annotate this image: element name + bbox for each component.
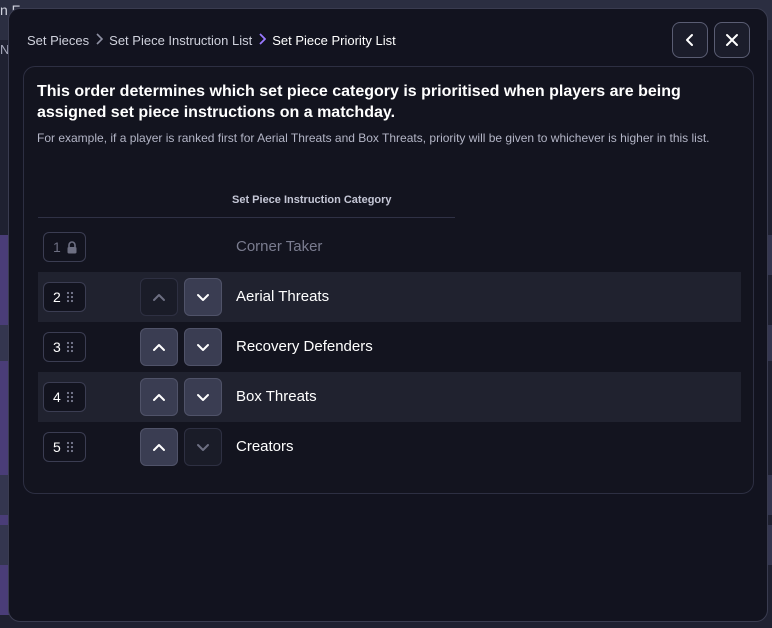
priority-row: 1 Corner Taker <box>38 222 741 272</box>
move-up-button[interactable] <box>140 378 178 416</box>
rank-badge[interactable]: 3 <box>43 332 86 362</box>
rank-badge: 1 <box>43 232 86 262</box>
chevron-down-icon <box>197 293 209 301</box>
drag-handle-icon[interactable] <box>66 441 74 453</box>
close-icon <box>726 34 738 46</box>
chevron-up-icon <box>153 293 165 301</box>
rank-number: 4 <box>53 389 61 405</box>
priority-panel: This order determines which set piece ca… <box>23 66 754 494</box>
move-down-button[interactable] <box>184 378 222 416</box>
rank-number: 1 <box>53 239 61 255</box>
chevron-up-icon <box>153 343 165 351</box>
move-down-button[interactable] <box>184 428 222 466</box>
priority-row[interactable]: 4 Box Threats <box>38 372 741 422</box>
row-label: Corner Taker <box>236 238 323 255</box>
chevron-down-icon <box>197 443 209 451</box>
chevron-down-icon <box>197 393 209 401</box>
move-up-button[interactable] <box>140 328 178 366</box>
set-piece-priority-modal: Set Pieces Set Piece Instruction List Se… <box>8 8 768 622</box>
panel-title: This order determines which set piece ca… <box>37 83 681 121</box>
priority-row[interactable]: 5 Creators <box>38 422 741 472</box>
priority-row[interactable]: 2 Aerial Threats <box>38 272 741 322</box>
close-button[interactable] <box>714 22 750 58</box>
row-label: Recovery Defenders <box>236 338 373 355</box>
breadcrumb-priority-list: Set Piece Priority List <box>272 32 396 48</box>
rank-number: 5 <box>53 439 61 455</box>
chevron-up-icon <box>153 443 165 451</box>
chevron-right-icon <box>95 33 104 47</box>
rank-number: 2 <box>53 289 61 305</box>
lock-icon <box>67 240 77 253</box>
rank-number: 3 <box>53 339 61 355</box>
back-button[interactable] <box>672 22 708 58</box>
chevron-up-icon <box>153 393 165 401</box>
column-divider <box>38 217 455 218</box>
move-up-button[interactable] <box>140 278 178 316</box>
drag-handle-icon[interactable] <box>66 341 74 353</box>
drag-handle-icon[interactable] <box>66 391 74 403</box>
rank-badge[interactable]: 5 <box>43 432 86 462</box>
chevron-right-icon <box>258 33 267 47</box>
chevron-down-icon <box>197 343 209 351</box>
move-up-button[interactable] <box>140 428 178 466</box>
breadcrumb: Set Pieces Set Piece Instruction List Se… <box>27 31 396 49</box>
row-label: Box Threats <box>236 388 317 405</box>
breadcrumb-set-pieces[interactable]: Set Pieces <box>27 33 89 48</box>
rank-badge[interactable]: 4 <box>43 382 86 412</box>
rank-badge[interactable]: 2 <box>43 282 86 312</box>
move-down-button[interactable] <box>184 278 222 316</box>
drag-handle-icon[interactable] <box>66 291 74 303</box>
row-label: Creators <box>236 438 294 455</box>
panel-description: For example, if a player is ranked first… <box>37 131 710 145</box>
column-header: Set Piece Instruction Category <box>232 194 392 206</box>
move-down-button[interactable] <box>184 328 222 366</box>
priority-row[interactable]: 3 Recovery Defenders <box>38 322 741 372</box>
chevron-left-icon <box>686 34 693 46</box>
breadcrumb-instruction-list[interactable]: Set Piece Instruction List <box>109 33 252 48</box>
row-label: Aerial Threats <box>236 288 330 305</box>
